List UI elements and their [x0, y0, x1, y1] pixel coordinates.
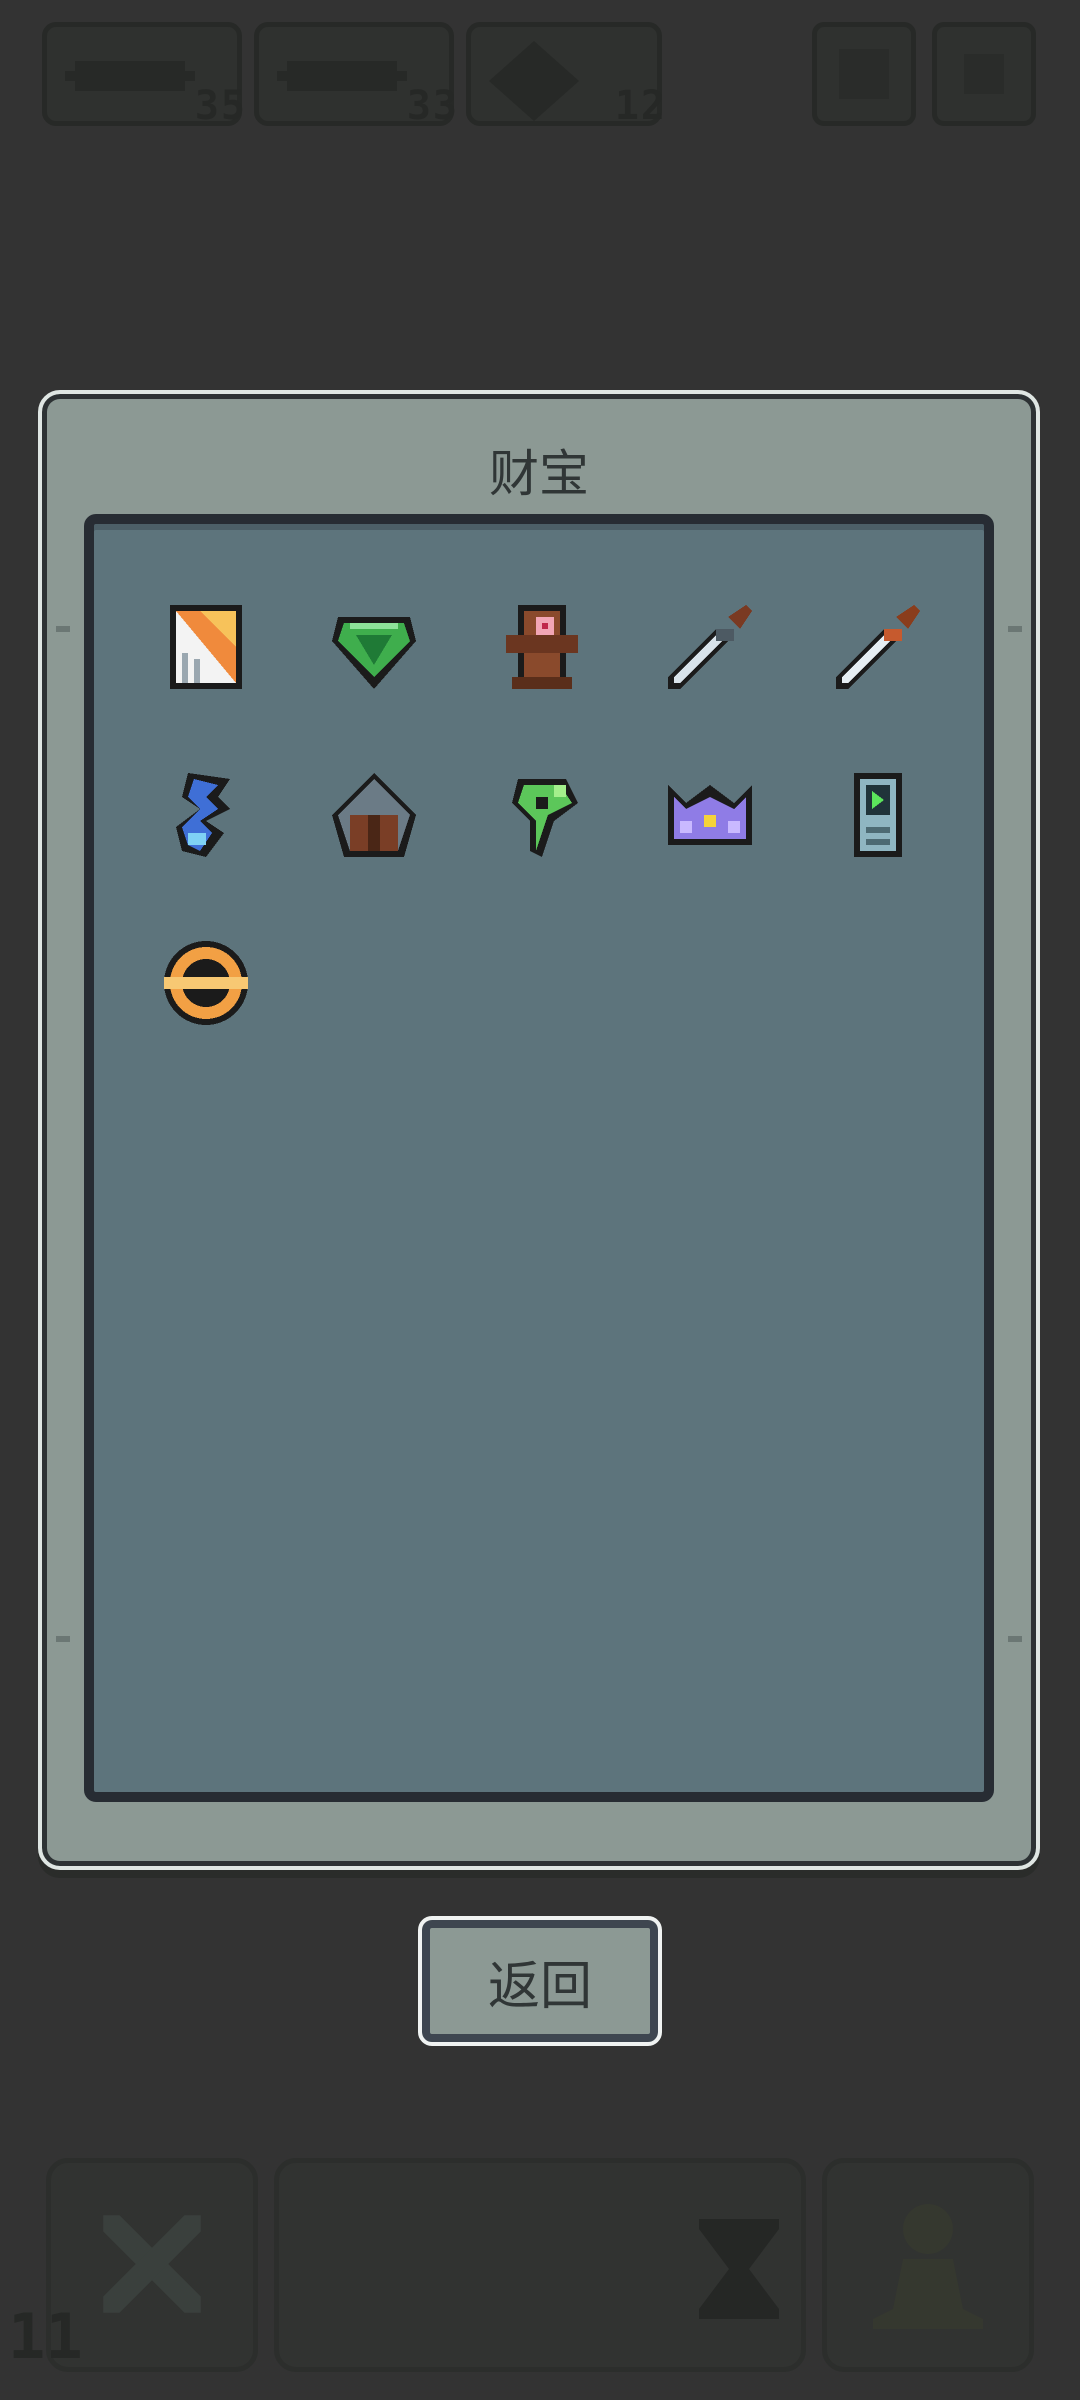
- character-slot: [822, 2158, 1034, 2372]
- emerald-gem-icon: [332, 617, 416, 689]
- round-counter: 11: [8, 2300, 83, 2373]
- treasure-item[interactable]: [319, 592, 429, 702]
- pawn-icon: [873, 2204, 983, 2329]
- handheld-device-icon: [854, 773, 902, 857]
- scroll-icon: [277, 61, 407, 91]
- hourglass-icon: [699, 2219, 779, 2319]
- treasure-item[interactable]: [151, 760, 261, 870]
- scroll-icon: [65, 61, 195, 91]
- treasure-item[interactable]: [823, 760, 933, 870]
- crystal-icon: [489, 41, 579, 121]
- treasure-item[interactable]: [151, 592, 261, 702]
- back-button[interactable]: 返回: [418, 1916, 662, 2046]
- resource-count: 35: [194, 83, 247, 129]
- treasure-item[interactable]: [823, 592, 933, 702]
- treasure-item[interactable]: [655, 592, 765, 702]
- treasure-dialog: 财宝: [38, 390, 1040, 1870]
- treasure-item[interactable]: [151, 928, 261, 1038]
- totem-icon: [506, 605, 578, 689]
- treasure-item[interactable]: [487, 760, 597, 870]
- resource-slot-1: 35: [42, 22, 245, 129]
- crossed-swords-icon: [103, 2215, 201, 2313]
- treasure-item[interactable]: [655, 760, 765, 870]
- timer-slot: [274, 2158, 806, 2372]
- golden-ring-icon: [164, 941, 248, 1025]
- resource-count: 33: [406, 83, 459, 129]
- map-icon: [839, 49, 889, 99]
- treasure-item[interactable]: [319, 760, 429, 870]
- sword-icon: [836, 605, 920, 689]
- blue-flame-icon: [176, 773, 230, 857]
- treasure-item[interactable]: [487, 592, 597, 702]
- torn-card-icon: [170, 605, 242, 689]
- dagger-icon: [668, 605, 752, 689]
- settings-icon: [964, 54, 1004, 94]
- resource-slot-3: 12: [466, 22, 665, 129]
- resource-slot-2: 33: [254, 22, 457, 129]
- purple-crown-icon: [668, 785, 752, 845]
- map-button: [812, 22, 916, 126]
- lantern-icon: [332, 773, 416, 857]
- dialog-title: 财宝: [489, 445, 589, 503]
- green-sprout-icon: [512, 779, 578, 857]
- settings-button: [932, 22, 1036, 126]
- treasure-grid: [84, 514, 994, 1802]
- resource-count: 12: [614, 83, 667, 129]
